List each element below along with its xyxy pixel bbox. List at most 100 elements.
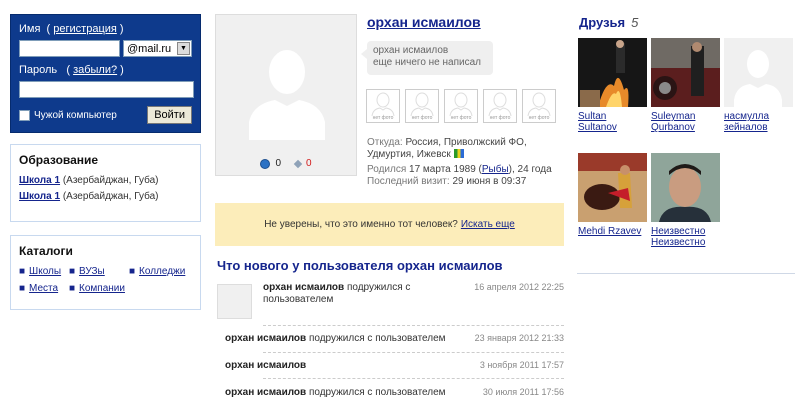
photo-thumb[interactable]: нет фото <box>366 89 400 123</box>
friends-count: 5 <box>631 15 639 30</box>
foreign-computer-checkbox[interactable]: Чужой компьютер <box>19 109 117 121</box>
login-form: Имя ( регистрация ) @mail.ru ▼ Пароль ( … <box>10 14 201 133</box>
catalog-link-universities[interactable]: ВУЗы <box>79 266 105 277</box>
feed-text: орхан исмаилов подружился с пользователе… <box>263 282 443 306</box>
avatar-placeholder-icon <box>488 92 512 117</box>
stat-b[interactable]: 0 <box>293 158 312 169</box>
bullet-icon: ■ <box>129 266 136 277</box>
profile-photo[interactable]: 0 0 <box>215 14 357 176</box>
flag-icon <box>453 149 464 158</box>
search-more-banner: Не уверены, что это именно тот человек? … <box>215 203 564 246</box>
avatar-placeholder-icon <box>410 92 434 117</box>
password-label: Пароль <box>19 64 58 76</box>
photo-thumb[interactable]: нет фото <box>483 89 517 123</box>
avatar[interactable] <box>217 284 252 319</box>
avatar-placeholder-icon <box>371 92 395 117</box>
feed-text: орхан исмаилов подружился с пользователе… <box>225 333 446 344</box>
zodiac-link[interactable]: Рыбы <box>482 164 509 175</box>
foreign-computer-label: Чужой компьютер <box>34 109 117 121</box>
chevron-down-icon[interactable]: ▼ <box>177 42 190 55</box>
friend-photo[interactable] <box>578 153 647 222</box>
school-link[interactable]: Школа 1 <box>19 191 60 202</box>
name-row: Имя ( регистрация ) <box>19 23 124 35</box>
age-value: , 24 года <box>512 164 552 175</box>
education-title: Образование <box>19 153 99 167</box>
friend-card: насмулла зейналов <box>724 38 793 133</box>
school-link[interactable]: Школа 1 <box>19 175 60 186</box>
feed-user[interactable]: орхан исмаилов <box>263 282 344 293</box>
profile-name[interactable]: орхан исмаилов <box>367 14 481 30</box>
catalog-item: ■ Места <box>19 283 69 294</box>
friend-card: Suleyman Qurbanov <box>651 38 720 133</box>
friend-photo[interactable] <box>578 38 647 107</box>
friend-card: Sultan Sultanov <box>578 38 647 133</box>
birth-label: Родился <box>367 164 407 175</box>
friend-name[interactable]: насмулла зейналов <box>724 111 793 133</box>
feed-date: 30 июля 2011 17:56 <box>482 387 564 397</box>
catalog-item: ■ Компании <box>69 283 129 294</box>
register-link[interactable]: регистрация <box>53 23 117 35</box>
feed-title: Что нового у пользователя орхан исмаилов <box>217 258 503 273</box>
photo-thumbs: нет фото нет фото нет фото нет фото нет … <box>366 89 556 123</box>
status-bubble: орхан исмаилов еще ничего не написал <box>361 41 493 75</box>
catalog-item: ■ Колледжи <box>129 266 199 277</box>
school-place: (Азербайджан, Губа) <box>62 175 159 186</box>
feed-action: подружился с пользователем <box>306 387 446 398</box>
stat-b-value: 0 <box>306 158 312 169</box>
login-input[interactable] <box>19 40 120 57</box>
checkbox-icon[interactable] <box>19 109 30 121</box>
photo-thumb[interactable]: нет фото <box>444 89 478 123</box>
friend-photo[interactable] <box>651 38 720 107</box>
divider <box>263 325 564 326</box>
login-button[interactable]: Войти <box>147 106 192 124</box>
avatar-placeholder-icon <box>734 50 782 107</box>
catalog-link-colleges[interactable]: Колледжи <box>139 266 185 277</box>
catalog-link-schools[interactable]: Школы <box>29 266 61 277</box>
feed-user[interactable]: орхан исмаилов <box>225 333 306 344</box>
no-photo-caption: нет фото <box>372 115 394 121</box>
avatar-placeholder-icon <box>449 92 473 117</box>
profile-info: Откуда: Россия, Приволжский ФО, Удмуртия… <box>367 137 567 188</box>
no-photo-caption: нет фото <box>411 115 433 121</box>
friend-name[interactable]: Sultan Sultanov <box>578 111 647 133</box>
feed-date: 23 января 2012 21:33 <box>474 333 564 343</box>
education-item: Школа 1 (Азербайджан, Губа) <box>19 191 192 202</box>
status-text: еще ничего не написал <box>373 57 482 68</box>
friend-name[interactable]: Неизвестно Неизвестно <box>651 226 720 248</box>
feed-user[interactable]: орхан исмаилов <box>225 387 306 398</box>
forgot-password-link[interactable]: забыли? <box>73 64 117 76</box>
feed-user[interactable]: орхан исмаилов <box>225 360 306 371</box>
photo-thumb[interactable]: нет фото <box>405 89 439 123</box>
last-visit-row: Последний визит: 29 июня в 09:37 <box>367 176 567 188</box>
friend-card: Неизвестно Неизвестно <box>651 153 720 248</box>
bullet-icon: ■ <box>19 283 26 294</box>
divider <box>263 378 564 379</box>
catalog-link-places[interactable]: Места <box>29 283 58 294</box>
password-input[interactable] <box>19 81 194 98</box>
divider <box>577 273 795 274</box>
friend-name[interactable]: Suleyman Qurbanov <box>651 111 720 133</box>
status-name: орхан исмаилов <box>373 45 449 56</box>
photo-thumb[interactable]: нет фото <box>522 89 556 123</box>
friends-title: Друзья 5 <box>579 15 638 30</box>
catalog-link-companies[interactable]: Компании <box>79 283 125 294</box>
search-more-link[interactable]: Искать еще <box>461 219 515 230</box>
feed-text: орхан исмаилов <box>225 360 306 371</box>
birth-date: 17 марта 1989 <box>409 164 476 175</box>
globe-icon <box>260 158 271 169</box>
friend-photo[interactable] <box>724 38 793 107</box>
no-photo-caption: нет фото <box>528 115 550 121</box>
education-item: Школа 1 (Азербайджан, Губа) <box>19 175 192 186</box>
stat-a[interactable]: 0 <box>260 158 281 169</box>
origin-row: Откуда: Россия, Приволжский ФО, Удмуртия… <box>367 137 567 161</box>
friends-title-text: Друзья <box>579 15 626 30</box>
last-visit-value: 29 июня в 09:37 <box>452 176 527 187</box>
feed-item: орхан исмаилов подружился с пользователе… <box>225 333 564 344</box>
bullet-icon: ■ <box>69 283 76 294</box>
friend-name[interactable]: Mehdi Rzavev <box>578 226 647 237</box>
friend-photo[interactable] <box>651 153 720 222</box>
education-box: Образование Школа 1 (Азербайджан, Губа) … <box>10 144 201 222</box>
domain-select[interactable]: @mail.ru ▼ <box>123 40 192 57</box>
feed-date: 16 апреля 2012 22:25 <box>474 282 564 292</box>
bullet-icon: ■ <box>69 266 76 277</box>
